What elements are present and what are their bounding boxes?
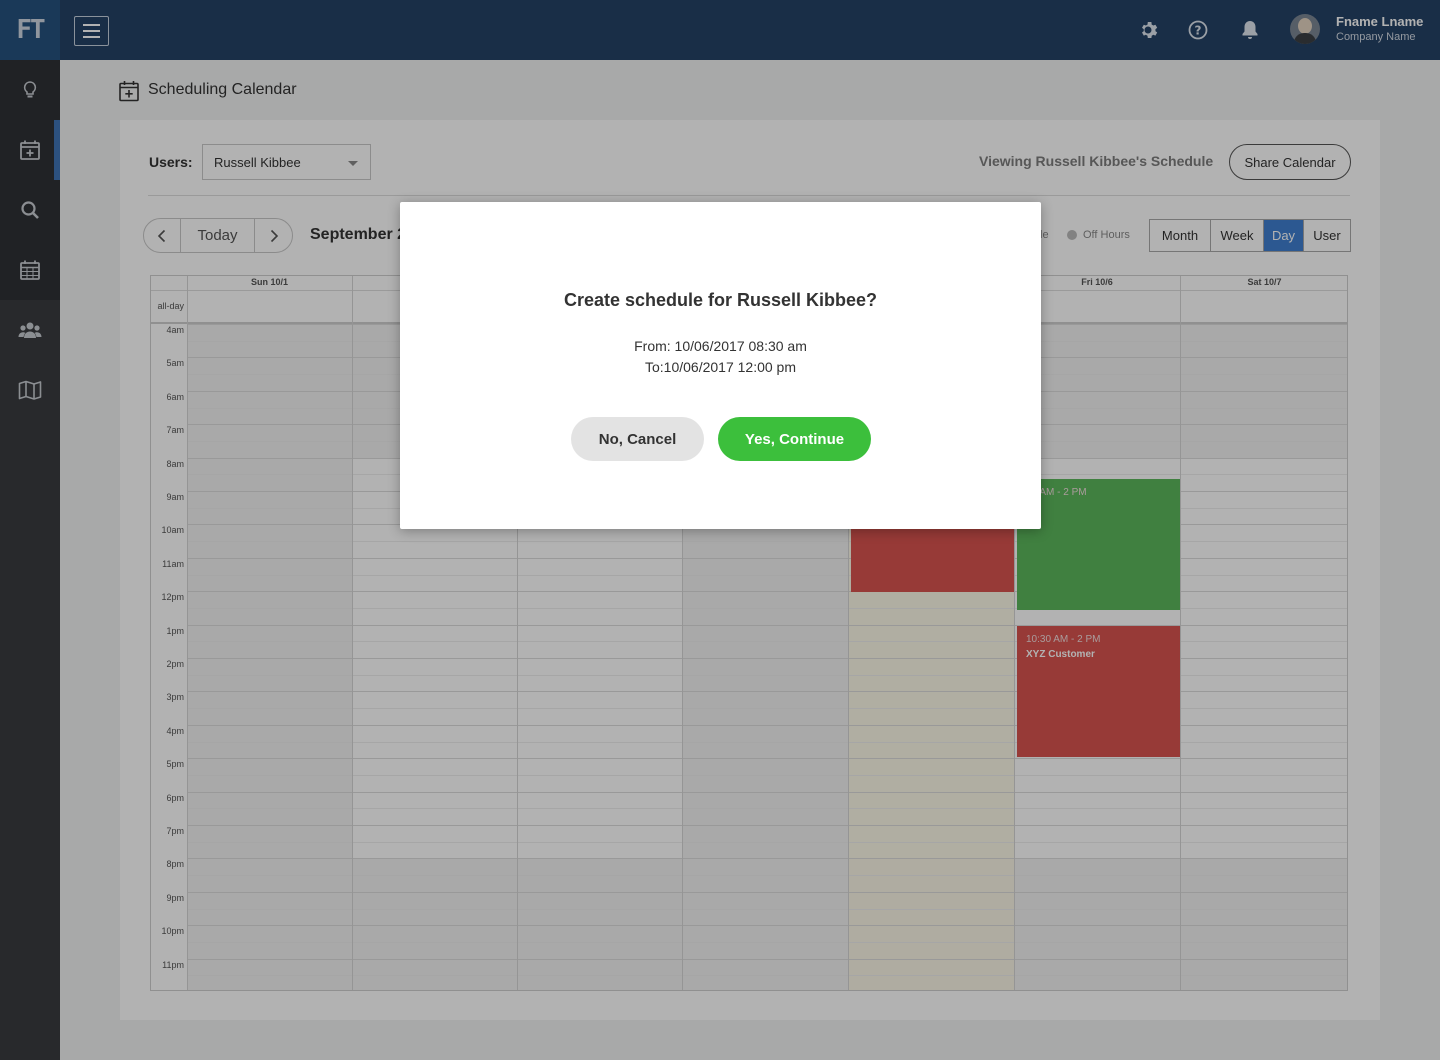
dialog-from-date: From: 10/06/2017 08:30 am (634, 338, 807, 354)
create-schedule-dialog: Create schedule for Russell Kibbee? From… (400, 202, 1041, 529)
dialog-title: Create schedule for Russell Kibbee? (563, 290, 878, 310)
continue-button[interactable]: Yes, Continue (718, 417, 871, 461)
modal-backdrop[interactable] (0, 0, 1440, 1060)
cancel-button[interactable]: No, Cancel (571, 417, 704, 461)
dialog-to-date: To:10/06/2017 12:00 pm (644, 359, 796, 375)
